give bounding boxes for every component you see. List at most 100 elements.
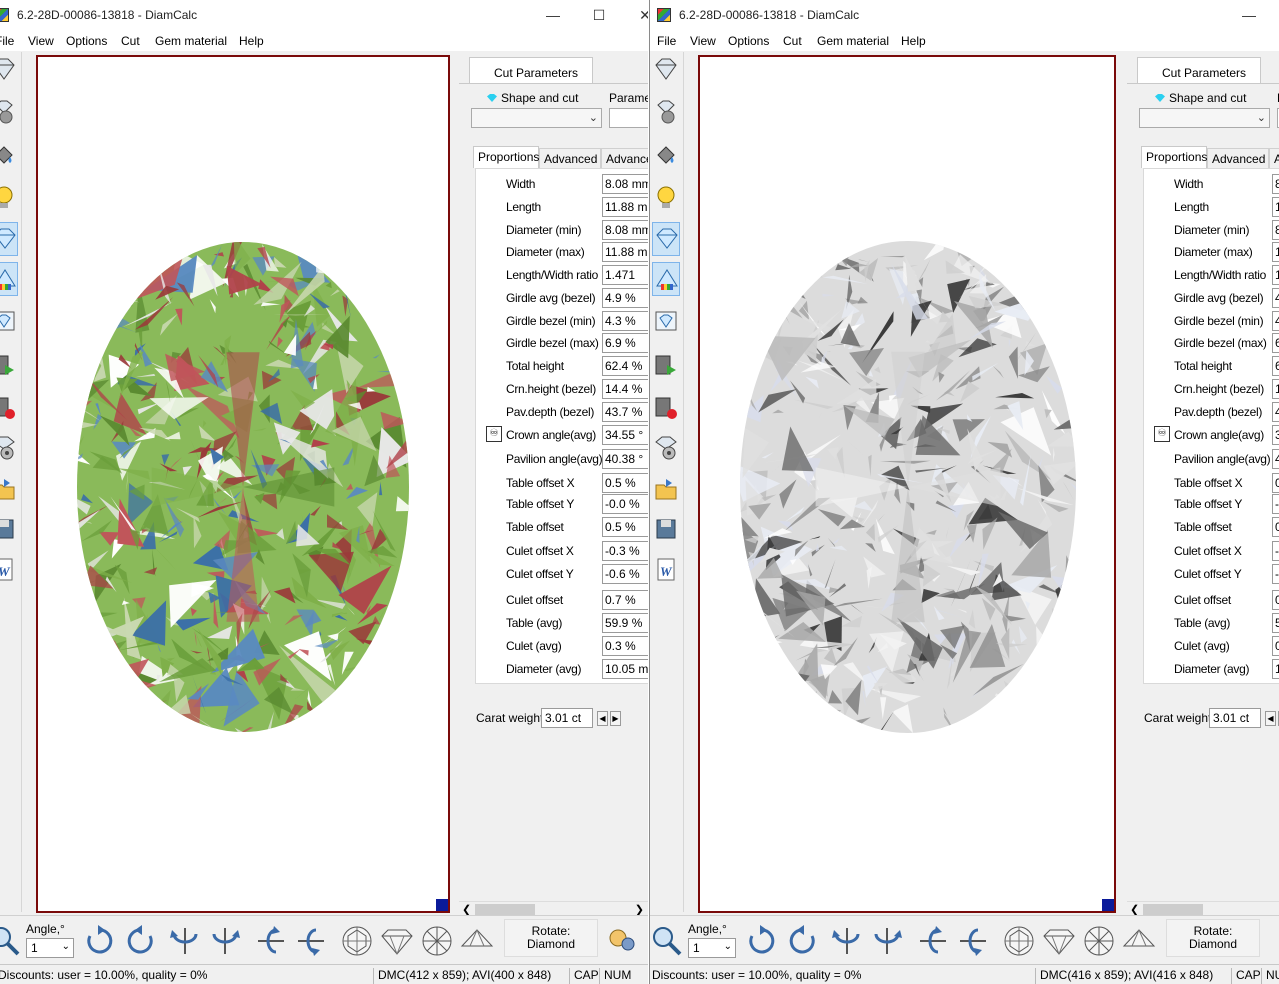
param-value-field[interactable]: 8.08 mm — [1272, 174, 1279, 194]
tab-advanced[interactable]: Advanced — [1207, 148, 1269, 168]
param-value-field[interactable]: -0.6 % — [602, 564, 648, 584]
param-value-field[interactable]: 4.3 % — [602, 311, 648, 331]
param-value-field[interactable]: 0.5 % — [602, 517, 648, 537]
param-value-field[interactable]: 0.7 % — [1272, 590, 1279, 610]
flip-horizontal-icon[interactable] — [916, 924, 950, 958]
param-value-field[interactable]: 8.08 mm — [602, 220, 648, 240]
lock-icon[interactable]: ♾ — [1154, 426, 1170, 442]
menu-cut[interactable]: Cut — [783, 34, 802, 48]
flip-vertical-icon[interactable] — [168, 924, 202, 958]
flip-vertical-icon[interactable] — [830, 924, 864, 958]
param-value-field[interactable]: 40.38 ° — [602, 449, 648, 469]
param-value-field[interactable]: 1.471 — [1272, 265, 1279, 285]
param-value-field[interactable]: 11.88 mm — [1272, 242, 1279, 262]
menu-view[interactable]: View — [690, 34, 716, 48]
param-value-field[interactable]: 0.5 % — [602, 473, 648, 493]
top-view-icon[interactable] — [340, 924, 374, 958]
menu-view[interactable]: View — [28, 34, 54, 48]
side-view-icon[interactable] — [1042, 924, 1076, 958]
angle-select[interactable]: 1 ⌄ — [26, 938, 74, 958]
param-value-field[interactable]: 10.05 mm — [1272, 659, 1279, 679]
param-value-field[interactable]: -0.3 % — [602, 541, 648, 561]
param-value-field[interactable]: 4.3 % — [1272, 311, 1279, 331]
tool-word-export[interactable]: W — [0, 554, 18, 588]
tool-brilliance[interactable] — [0, 222, 18, 256]
users-icon[interactable] — [606, 926, 640, 960]
param-value-field[interactable]: 43.7 % — [602, 402, 648, 422]
pavilion-view-icon[interactable] — [460, 924, 494, 958]
menu-file[interactable]: File — [657, 34, 676, 48]
param-value-field[interactable]: 14.4 % — [602, 379, 648, 399]
menu-options[interactable]: Options — [66, 34, 107, 48]
param-value-field[interactable]: 14.4 % — [1272, 379, 1279, 399]
tab-proportions[interactable]: Proportions — [473, 146, 539, 168]
top-view-icon[interactable] — [1002, 924, 1036, 958]
tool-video-record[interactable] — [652, 392, 680, 426]
maximize-icon[interactable]: ☐ — [576, 2, 622, 28]
carat-decrease-button[interactable]: ◀ — [597, 711, 608, 726]
close-icon[interactable]: ✕ — [622, 2, 648, 28]
carat-weight-field[interactable]: 3.01 ct — [541, 708, 593, 728]
tool-open-folder[interactable] — [652, 474, 680, 508]
flip-vertical-2-icon[interactable] — [870, 924, 904, 958]
param-value-field[interactable]: 40.38 ° — [1272, 449, 1279, 469]
menu-gem-material[interactable]: Gem material — [817, 34, 889, 48]
rotate-cw-icon[interactable] — [745, 924, 779, 958]
pavilion-view-icon[interactable] — [1122, 924, 1156, 958]
param-value-field[interactable]: 0.3 % — [602, 636, 648, 656]
menu-options[interactable]: Options — [728, 34, 769, 48]
flip-horizontal-icon[interactable] — [254, 924, 288, 958]
menu-gem-material[interactable]: Gem material — [155, 34, 227, 48]
rotate-ccw-icon[interactable] — [785, 924, 819, 958]
param-value-field[interactable]: 62.4 % — [602, 356, 648, 376]
shape-and-cut-select[interactable]: ⌄ — [471, 108, 602, 128]
tool-spectrum[interactable] — [0, 262, 18, 296]
angle-select[interactable]: 1 ⌄ — [688, 938, 736, 958]
gem-viewport[interactable] — [698, 55, 1116, 913]
carat-increase-button[interactable]: ▶ — [610, 711, 621, 726]
tool-dispersion[interactable] — [652, 306, 680, 340]
carat-weight-field[interactable]: 3.01 ct — [1209, 708, 1261, 728]
param-value-field[interactable]: 4.9 % — [602, 288, 648, 308]
menu-help[interactable]: Help — [901, 34, 926, 48]
tab-advanced-2[interactable]: Advanced — [601, 148, 648, 168]
tool-video-play[interactable] — [652, 350, 680, 384]
tool-paint-bucket[interactable] — [652, 140, 680, 174]
param-value-field[interactable]: 11.88 mm — [1272, 197, 1279, 217]
tool-word-export[interactable]: W — [652, 554, 680, 588]
param-value-field[interactable]: 6.9 % — [602, 333, 648, 353]
minimize-icon[interactable]: — — [530, 2, 576, 28]
param-value-field[interactable]: 34.55 ° — [1272, 425, 1279, 445]
param-value-field[interactable]: 0.7 % — [602, 590, 648, 610]
param-value-field[interactable]: -0.0 % — [1272, 494, 1279, 514]
param-value-field[interactable]: 59.9 % — [1272, 613, 1279, 633]
rotate-mode-button[interactable]: Rotate: Diamond — [504, 919, 598, 957]
tab-proportions[interactable]: Proportions — [1141, 146, 1207, 168]
tool-save[interactable] — [652, 514, 680, 548]
shape-and-cut-select[interactable]: ⌄ — [1139, 108, 1270, 128]
gem-viewport[interactable] — [36, 55, 450, 913]
param-value-field[interactable]: 11.88 mm — [602, 197, 648, 217]
param-value-field[interactable]: -0.6 % — [1272, 564, 1279, 584]
param-value-field[interactable]: 11.88 mm — [602, 242, 648, 262]
tool-paint-bucket[interactable] — [0, 140, 18, 174]
param-value-field[interactable]: 6.9 % — [1272, 333, 1279, 353]
param-value-field[interactable]: 62.4 % — [1272, 356, 1279, 376]
tab-cut-parameters[interactable]: Cut Parameters — [1137, 57, 1261, 84]
maximize-icon[interactable]: ☐ — [1272, 2, 1279, 28]
flip-horizontal-2-icon[interactable] — [294, 924, 328, 958]
param-value-field[interactable]: 8.08 mm — [1272, 220, 1279, 240]
param-value-field[interactable]: 0.5 % — [1272, 473, 1279, 493]
tool-spectrum[interactable] — [652, 262, 680, 296]
tool-dispersion[interactable] — [0, 306, 18, 340]
menu-help[interactable]: Help — [239, 34, 264, 48]
tool-video-record[interactable] — [0, 392, 18, 426]
tool-gem-sphere[interactable] — [0, 96, 18, 130]
flip-horizontal-2-icon[interactable] — [956, 924, 990, 958]
tab-cut-parameters[interactable]: Cut Parameters — [469, 57, 593, 84]
tab-advanced-2[interactable]: Advanced — [1269, 148, 1279, 168]
tool-gem-sphere[interactable] — [652, 96, 680, 130]
tab-advanced[interactable]: Advanced — [539, 148, 601, 168]
param-value-field[interactable]: 34.55 ° — [602, 425, 648, 445]
rotate-ccw-icon[interactable] — [123, 924, 157, 958]
